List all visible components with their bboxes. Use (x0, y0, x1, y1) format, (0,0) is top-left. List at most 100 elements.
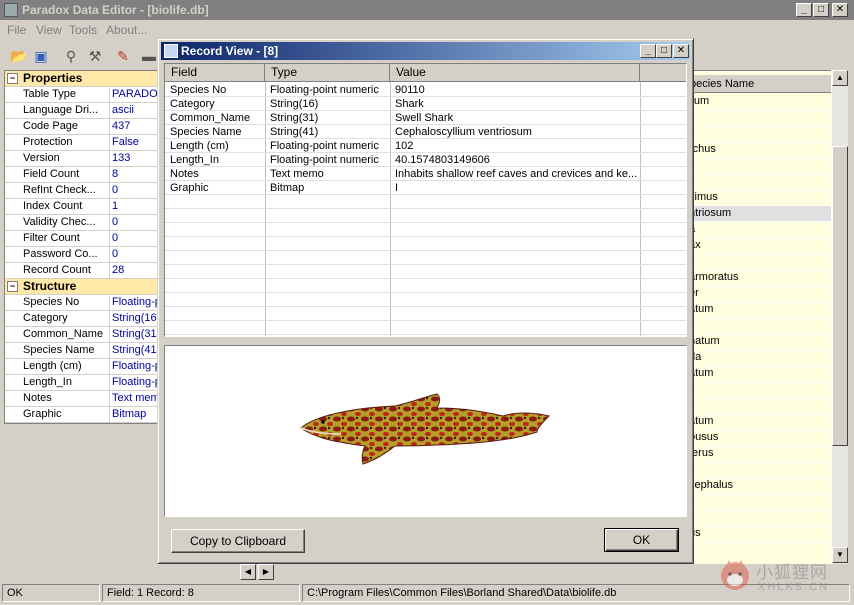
species-row[interactable]: us (686, 526, 831, 542)
species-row[interactable] (686, 174, 831, 190)
structure-row[interactable]: Notes Text memo (5, 391, 157, 407)
species-row[interactable] (686, 462, 831, 478)
species-row[interactable]: atum (686, 414, 831, 430)
property-row[interactable]: Record Count 28 (5, 263, 157, 279)
cell-value[interactable]: I (390, 181, 640, 195)
species-row[interactable]: cephalus (686, 478, 831, 494)
cell-type[interactable]: Floating-point numeric (265, 153, 390, 167)
record-grid[interactable]: Field Type Value Species No Floating-poin… (164, 63, 687, 337)
save-icon[interactable]: ▣ (32, 47, 50, 65)
property-row[interactable]: Validity Chec... 0 (5, 215, 157, 231)
structure-row[interactable]: Species No Floating-p (5, 295, 157, 311)
collapse-icon[interactable]: − (7, 281, 18, 292)
structure-row[interactable]: Length_In Floating-p (5, 375, 157, 391)
structure-row[interactable]: Graphic Bitmap (5, 407, 157, 423)
record-row[interactable]: Common_Name String(31) Swell Shark (165, 111, 686, 125)
species-row[interactable]: s (686, 398, 831, 414)
cell-field[interactable]: Notes (165, 167, 265, 181)
property-row[interactable]: Password Co... 0 (5, 247, 157, 263)
record-row[interactable]: Category String(16) Shark (165, 97, 686, 111)
species-row[interactable] (686, 494, 831, 510)
menu-about[interactable]: About... (106, 23, 147, 37)
cell-type[interactable]: Bitmap (265, 181, 390, 195)
species-row[interactable]: armoratus (686, 270, 831, 286)
species-row[interactable] (686, 158, 831, 174)
cell-value[interactable]: 102 (390, 139, 640, 153)
menu-view[interactable]: View (36, 23, 62, 37)
column-header-field[interactable]: Field (165, 64, 265, 82)
cell-field[interactable]: Length (cm) (165, 139, 265, 153)
species-row[interactable]: natum (686, 334, 831, 350)
cell-type[interactable]: String(41) (265, 125, 390, 139)
cell-value[interactable]: Cephaloscyllium ventriosum (390, 125, 640, 139)
species-row[interactable]: da (686, 350, 831, 366)
property-row[interactable]: Code Page 437 (5, 119, 157, 135)
property-row[interactable]: Protection False (5, 135, 157, 151)
species-row[interactable]: ntriosum (686, 206, 831, 222)
property-row[interactable]: RefInt Check... 0 (5, 183, 157, 199)
cell-type[interactable]: Floating-point numeric (265, 139, 390, 153)
cell-field[interactable]: Species Name (165, 125, 265, 139)
species-row[interactable]: er (686, 286, 831, 302)
cell-value[interactable]: Shark (390, 97, 640, 111)
species-row[interactable]: atum (686, 366, 831, 382)
species-row[interactable]: ousus (686, 430, 831, 446)
column-header-value[interactable]: Value (390, 64, 640, 82)
species-row[interactable]: s (686, 254, 831, 270)
species-row[interactable]: rchus (686, 142, 831, 158)
edit-icon[interactable]: ▬ (140, 47, 158, 65)
scroll-right-icon[interactable]: ▶ (258, 564, 274, 580)
cell-value[interactable]: Swell Shark (390, 111, 640, 125)
main-minimize-button[interactable]: _ (796, 3, 812, 17)
species-row[interactable] (686, 110, 831, 126)
cell-type[interactable]: String(31) (265, 111, 390, 125)
cell-value[interactable]: Inhabits shallow reef caves and crevices… (390, 167, 640, 181)
cell-value[interactable]: 90110 (390, 83, 640, 97)
cell-field[interactable]: Length_In (165, 153, 265, 167)
structure-category[interactable]: − Structure (5, 279, 157, 295)
dialog-maximize-button[interactable]: □ (656, 44, 672, 58)
property-row[interactable]: Index Count 1 (5, 199, 157, 215)
property-grid[interactable]: − Properties Table Type PARADOX Language … (4, 70, 158, 424)
tool-icon[interactable]: ✎ (114, 47, 132, 65)
main-close-button[interactable]: ✕ (832, 3, 848, 17)
record-row[interactable]: Species Name String(41) Cephaloscyllium ve… (165, 125, 686, 139)
species-row[interactable]: llum (686, 94, 831, 110)
menu-file[interactable]: File (7, 23, 26, 37)
property-row[interactable]: Filter Count 0 (5, 231, 157, 247)
species-row[interactable] (686, 318, 831, 334)
species-row[interactable]: a (686, 222, 831, 238)
cell-type[interactable]: Floating-point numeric (265, 83, 390, 97)
record-row[interactable]: Notes Text memo Inhabits shallow reef cave… (165, 167, 686, 181)
scroll-up-icon[interactable]: ▲ (832, 70, 848, 86)
species-name-header[interactable]: pecies Name (686, 75, 831, 93)
species-table[interactable]: pecies Name llumrchussimusntriosumaaxsar… (686, 70, 831, 564)
cell-type[interactable]: String(16) (265, 97, 390, 111)
cell-type[interactable]: Text memo (265, 167, 390, 181)
species-row[interactable] (686, 126, 831, 142)
cell-field[interactable]: Common_Name (165, 111, 265, 125)
cell-value[interactable]: 40.1574803149606 (390, 153, 640, 167)
property-row[interactable]: Version 133 (5, 151, 157, 167)
property-row[interactable]: Language Dri... ascii (5, 103, 157, 119)
record-row[interactable]: Species No Floating-point numeric 90110 (165, 83, 686, 97)
structure-row[interactable]: Species Name String(41) (5, 343, 157, 359)
property-row[interactable]: Field Count 8 (5, 167, 157, 183)
open-folder-icon[interactable]: 📂 (10, 47, 28, 65)
species-row[interactable] (686, 510, 831, 526)
search-icon[interactable]: ⚲ (62, 47, 80, 65)
species-row[interactable] (686, 382, 831, 398)
hammer-icon[interactable]: ⚒ (86, 47, 104, 65)
properties-category[interactable]: − Properties (5, 71, 157, 87)
record-row[interactable]: Length_In Floating-point numeric 40.157480… (165, 153, 686, 167)
copy-to-clipboard-button[interactable]: Copy to Clipboard (171, 529, 305, 553)
vertical-scrollbar[interactable]: ▲ ▼ (831, 70, 848, 564)
cell-field[interactable]: Species No (165, 83, 265, 97)
cell-field[interactable]: Category (165, 97, 265, 111)
species-row[interactable]: atum (686, 302, 831, 318)
record-row[interactable]: Graphic Bitmap I (165, 181, 686, 195)
structure-row[interactable]: Length (cm) Floating-p (5, 359, 157, 375)
scroll-left-icon[interactable]: ◀ (240, 564, 256, 580)
species-row[interactable]: terus (686, 446, 831, 462)
record-row[interactable]: Length (cm) Floating-point numeric 102 (165, 139, 686, 153)
